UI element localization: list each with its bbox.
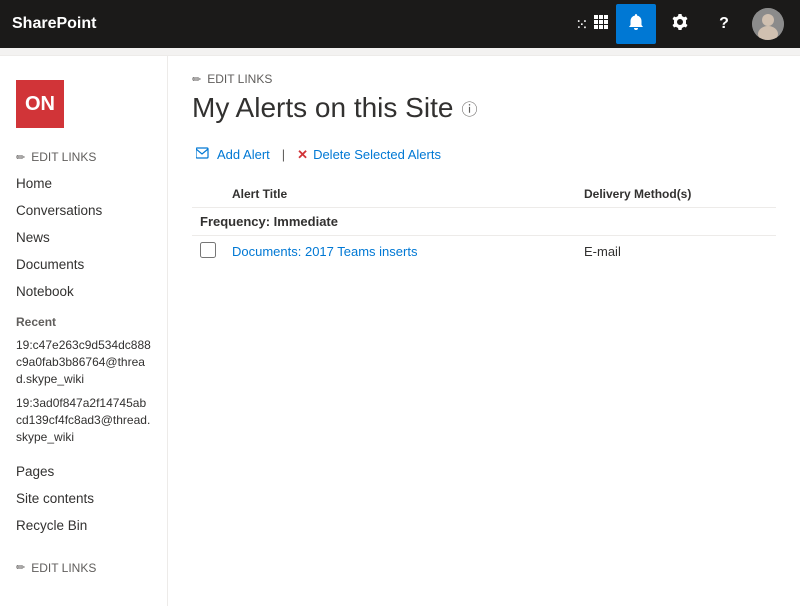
subbar xyxy=(0,48,800,56)
alert-title-cell: Documents: 2017 Teams inserts xyxy=(224,236,576,268)
col-delivery-header: Delivery Method(s) xyxy=(576,181,776,208)
avatar-button[interactable] xyxy=(748,4,788,44)
pencil-icon-content: ✏ xyxy=(192,73,201,86)
add-alert-button[interactable]: Add Alert xyxy=(192,144,274,165)
frequency-row: Frequency: Immediate xyxy=(192,208,776,236)
edit-links-bottom-button[interactable]: ✏ EDIT LINKS xyxy=(0,555,167,581)
sidebar-recent-item-1[interactable]: 19:3ad0f847a2f14745abcd139cf4fc8ad3@thre… xyxy=(0,391,167,449)
avatar xyxy=(752,8,784,40)
sidebar-item-recycle-bin[interactable]: Recycle Bin xyxy=(0,512,167,539)
sidebar-item-conversations[interactable]: Conversations xyxy=(0,197,167,224)
add-alert-icon xyxy=(196,146,212,163)
topbar-actions: ⁙ ? xyxy=(572,4,788,44)
alert-checkbox-cell xyxy=(192,236,224,268)
delete-alerts-button[interactable]: ✕ Delete Selected Alerts xyxy=(293,145,445,165)
alerts-table: Alert Title Delivery Method(s) Frequency… xyxy=(192,181,776,267)
sidebar-item-site-contents[interactable]: Site contents xyxy=(0,485,167,512)
pencil-icon-top: ✏ xyxy=(16,151,25,164)
content-edit-links-label: EDIT LINKS xyxy=(207,72,272,86)
pencil-icon-bottom: ✏ xyxy=(16,561,25,574)
topbar: SharePoint ⁙ xyxy=(0,0,800,48)
grid-icon: ⁙ xyxy=(575,14,609,35)
site-header: ON xyxy=(0,72,167,144)
main-layout: ON ✏ EDIT LINKS Home Conversations News … xyxy=(0,56,800,606)
gear-icon xyxy=(671,13,689,36)
frequency-label: Frequency: Immediate xyxy=(192,208,776,236)
delete-icon: ✕ xyxy=(297,147,308,163)
page-title: My Alerts on this Site xyxy=(192,92,453,124)
sidebar-recent-item-0[interactable]: 19:c47e263c9d534dc888c9a0fab3b86764@thre… xyxy=(0,333,167,391)
help-icon: ? xyxy=(719,15,729,33)
recent-label: Recent xyxy=(0,305,167,333)
app-title: SharePoint xyxy=(12,15,572,33)
edit-links-bottom-container: ✏ EDIT LINKS xyxy=(0,555,167,581)
sidebar-item-notebook[interactable]: Notebook xyxy=(0,278,167,305)
col-alert-title-header: Alert Title xyxy=(224,181,576,208)
settings-icon-button[interactable] xyxy=(660,4,700,44)
sidebar-item-documents[interactable]: Documents xyxy=(0,251,167,278)
sidebar-item-news[interactable]: News xyxy=(0,224,167,251)
page-title-container: My Alerts on this Site ⓘ xyxy=(192,92,776,124)
site-logo: ON xyxy=(16,80,64,128)
content-area: ✏ EDIT LINKS My Alerts on this Site ⓘ Ad… xyxy=(168,56,800,606)
bell-icon xyxy=(627,13,645,36)
alerts-toolbar: Add Alert | ✕ Delete Selected Alerts xyxy=(192,144,776,165)
toolbar-separator: | xyxy=(282,147,285,162)
sidebar-item-home[interactable]: Home xyxy=(0,170,167,197)
info-icon[interactable]: ⓘ xyxy=(461,96,477,120)
add-alert-label: Add Alert xyxy=(217,147,270,162)
delete-label: Delete Selected Alerts xyxy=(313,147,441,162)
col-checkbox-header xyxy=(192,181,224,208)
edit-links-top-label: EDIT LINKS xyxy=(31,150,96,164)
edit-links-bottom-label: EDIT LINKS xyxy=(31,561,96,575)
content-edit-links-button[interactable]: ✏ EDIT LINKS xyxy=(192,72,776,86)
grid-icon-button[interactable]: ⁙ xyxy=(572,4,612,44)
alert-title-link[interactable]: Documents: 2017 Teams inserts xyxy=(232,244,417,259)
table-row: Documents: 2017 Teams inserts E-mail xyxy=(192,236,776,268)
sidebar-item-pages[interactable]: Pages xyxy=(0,458,167,485)
sidebar-nav: Home Conversations News Documents Notebo… xyxy=(0,170,167,305)
delivery-method-cell: E-mail xyxy=(576,236,776,268)
sidebar: ON ✏ EDIT LINKS Home Conversations News … xyxy=(0,56,168,606)
sidebar-bottom: Pages Site contents Recycle Bin xyxy=(0,458,167,539)
bell-icon-button[interactable] xyxy=(616,4,656,44)
alert-checkbox[interactable] xyxy=(200,242,216,258)
edit-links-top-button[interactable]: ✏ EDIT LINKS xyxy=(0,144,167,170)
help-icon-button[interactable]: ? xyxy=(704,4,744,44)
